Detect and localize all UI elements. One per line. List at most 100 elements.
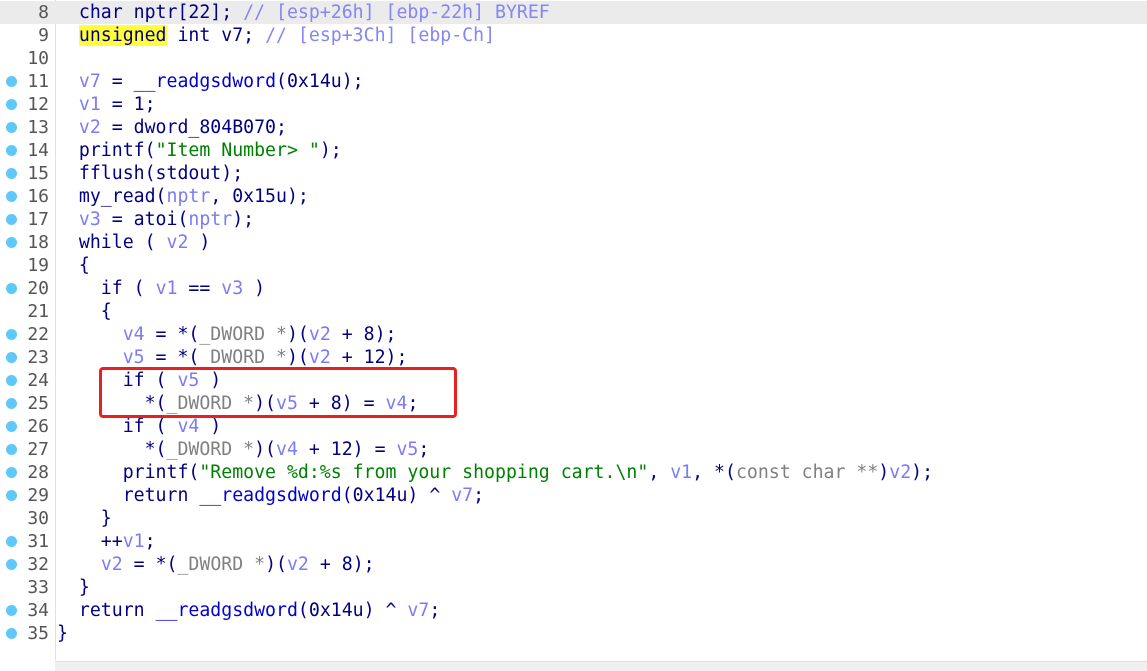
code-token: ; <box>429 600 441 621</box>
code-token: v7 <box>78 71 101 92</box>
code-token: v4 <box>122 324 145 345</box>
code-line[interactable]: 35} <box>0 622 1147 645</box>
code-line[interactable]: 28 printf("Remove %d:%s from your shoppi… <box>0 461 1147 484</box>
code-token: _DWORD * <box>199 347 287 368</box>
code-token: const char ** <box>735 462 879 483</box>
code-token: + 12); <box>330 347 408 368</box>
code-token: v5 <box>122 347 145 368</box>
code-line[interactable]: 29 return __readgsdword(0x14u) ^ v7; <box>0 484 1147 507</box>
code-text: printf("Remove %d:%s from your shopping … <box>57 461 933 484</box>
code-text: fflush(stdout); <box>57 162 243 185</box>
code-token: ; <box>144 531 156 552</box>
line-number: 13 <box>27 117 49 138</box>
code-token: = dword_804B070; <box>100 117 287 138</box>
line-number: 11 <box>27 71 49 92</box>
code-token: } <box>57 508 112 529</box>
code-token: nptr <box>166 186 211 207</box>
code-token: v7 <box>451 485 474 506</box>
code-token: + 12) = <box>297 439 397 460</box>
code-token: + 8); <box>308 554 375 575</box>
code-line[interactable]: 30 } <box>0 507 1147 530</box>
line-number: 30 <box>27 508 49 529</box>
code-text: if ( v1 == v3 ) <box>57 277 265 300</box>
code-token: // [esp+3Ch] [ebp-Ch] <box>265 25 496 46</box>
code-token: while ( <box>57 232 167 253</box>
code-line[interactable]: 32 v2 = *(_DWORD *)(v2 + 8); <box>0 553 1147 576</box>
code-line[interactable]: 21 { <box>0 300 1147 323</box>
code-text: v1 = 1; <box>57 93 156 116</box>
code-line[interactable]: 15 fflush(stdout); <box>0 162 1147 185</box>
code-token: v1 <box>122 531 145 552</box>
code-token: ) <box>199 416 222 437</box>
code-token: fflush(stdout); <box>57 163 244 184</box>
code-line[interactable]: 23 v5 = *(_DWORD *)(v2 + 12); <box>0 346 1147 369</box>
code-line[interactable]: 27 *(_DWORD *)(v4 + 12) = v5; <box>0 438 1147 461</box>
line-number: 29 <box>27 485 49 506</box>
code-line[interactable]: 11 v7 = __readgsdword(0x14u); <box>0 70 1147 93</box>
code-token: ); <box>319 140 342 161</box>
code-line[interactable]: 17 v3 = atoi(nptr); <box>0 208 1147 231</box>
code-line[interactable]: 19 { <box>0 254 1147 277</box>
code-line[interactable]: 13 v2 = dword_804B070; <box>0 116 1147 139</box>
code-text: return __readgsdword(0x14u) ^ v7; <box>57 599 440 622</box>
code-token: )( <box>286 324 309 345</box>
code-text: return __readgsdword(0x14u) ^ v7; <box>57 484 484 507</box>
code-line[interactable]: 10 <box>0 47 1147 70</box>
code-token: = atoi( <box>100 209 189 230</box>
code-text: if ( v4 ) <box>57 415 222 438</box>
line-number: 24 <box>27 370 49 391</box>
code-token: *( <box>57 439 167 460</box>
code-line[interactable]: 14 printf("Item Number> "); <box>0 139 1147 162</box>
code-token: printf( <box>57 140 156 161</box>
pseudocode-view[interactable]: 8 char nptr[22]; // [esp+26h] [ebp-22h] … <box>0 1 1147 645</box>
line-number: 15 <box>27 163 49 184</box>
code-token: "Item Number> " <box>155 140 320 161</box>
code-token: v2 <box>78 117 101 138</box>
code-text: ++v1; <box>57 530 156 553</box>
code-line[interactable]: 34 return __readgsdword(0x14u) ^ v7; <box>0 599 1147 622</box>
code-token: v2 <box>308 324 331 345</box>
code-line[interactable]: 16 my_read(nptr, 0x15u); <box>0 185 1147 208</box>
code-line[interactable]: 33 } <box>0 576 1147 599</box>
code-line[interactable]: 8 char nptr[22]; // [esp+26h] [ebp-22h] … <box>0 1 1147 24</box>
code-text: v7 = __readgsdword(0x14u); <box>57 70 364 93</box>
line-number: 9 <box>38 25 49 46</box>
line-number: 17 <box>27 209 49 230</box>
line-number: 25 <box>27 393 49 414</box>
code-token: } <box>57 623 68 644</box>
code-token: == <box>177 278 222 299</box>
code-line[interactable]: 22 v4 = *(_DWORD *)(v2 + 8); <box>0 323 1147 346</box>
code-text: v4 = *(_DWORD *)(v2 + 8); <box>57 323 397 346</box>
code-line[interactable]: 9 unsigned int v7; // [esp+3Ch] [ebp-Ch] <box>0 24 1147 47</box>
code-text: my_read(nptr, 0x15u); <box>57 185 309 208</box>
code-token: "Remove %d:%s from your shopping cart.\n… <box>199 462 649 483</box>
line-number: 27 <box>27 439 49 460</box>
line-number: 18 <box>27 232 49 253</box>
code-token: ) <box>878 462 890 483</box>
code-token: )( <box>254 439 277 460</box>
code-text: { <box>57 254 90 277</box>
code-token: _DWORD * <box>166 439 255 460</box>
code-token: v1 <box>670 462 693 483</box>
code-line[interactable]: 20 if ( v1 == v3 ) <box>0 277 1147 300</box>
code-token: if ( <box>57 416 178 437</box>
annotation-highlight-box <box>99 367 457 418</box>
code-line[interactable]: 31 ++v1; <box>0 530 1147 553</box>
line-number: 33 <box>27 577 49 598</box>
code-token: v4 <box>276 439 298 460</box>
code-line[interactable]: 26 if ( v4 ) <box>0 415 1147 438</box>
line-number: 21 <box>27 301 49 322</box>
code-text: unsigned int v7; // [esp+3Ch] [ebp-Ch] <box>57 24 495 47</box>
code-token: // [esp+26h] [ebp-22h] BYREF <box>243 2 550 23</box>
code-token: v3 <box>221 278 244 299</box>
code-token: nptr <box>188 209 233 230</box>
code-token: __readgsdword <box>155 600 298 621</box>
code-line[interactable]: 12 v1 = 1; <box>0 93 1147 116</box>
code-token: ; <box>418 439 430 460</box>
code-line[interactable]: 18 while ( v2 ) <box>0 231 1147 254</box>
code-token: = 1; <box>100 94 156 115</box>
